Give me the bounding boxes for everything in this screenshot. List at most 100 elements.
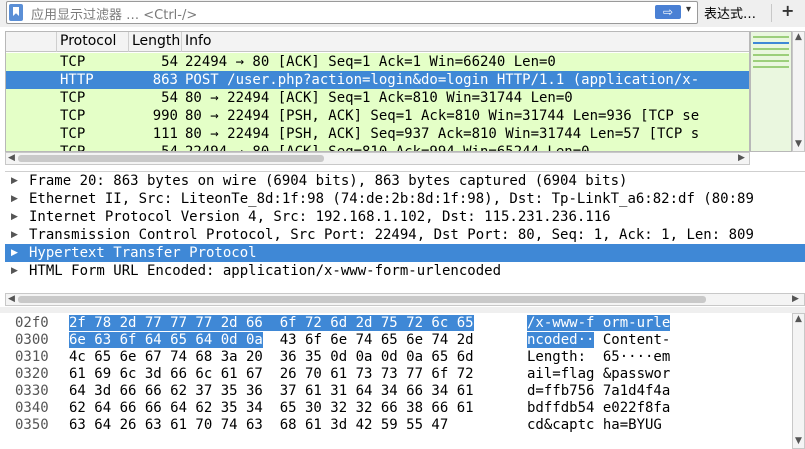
packet-row[interactable]: TCP 111 80 → 22494 [PSH, ACK] Seq=937 Ack=… — [6, 125, 749, 143]
detail-item-label: Transmission Control Protocol, Src Port:… — [29, 227, 754, 243]
hex-row[interactable]: 0350 63 64 26 63 61 70 74 63 68 61 3d 42 … — [5, 417, 792, 434]
bookmark-icon[interactable] — [9, 4, 23, 21]
hex-row[interactable]: 0340 62 64 66 66 64 62 35 34 65 30 32 32 … — [5, 400, 792, 417]
packet-protocol: TCP — [60, 108, 86, 124]
ascii-plain[interactable]: Length: 65····em — [527, 349, 670, 365]
expression-button[interactable]: 表达式… — [704, 3, 756, 22]
scrollbar-thumb[interactable] — [18, 155, 324, 162]
expand-arrow-icon[interactable]: ▶ — [11, 190, 18, 208]
hex-bytes[interactable]: 6e 63 6f 64 65 64 0d 0a 43 6f 6e 74 65 6… — [69, 332, 474, 349]
hex-bytes[interactable]: 2f 78 2d 77 77 77 2d 66 6f 72 6d 2d 75 7… — [69, 315, 474, 332]
ascii-bytes[interactable]: ncoded·· Content- — [527, 332, 670, 349]
scrollbar-thumb[interactable] — [18, 296, 706, 303]
hex-bytes-highlighted[interactable]: 2f 78 2d 77 77 77 2d 66 6f 72 6d 2d 75 7… — [69, 315, 474, 331]
ascii-bytes[interactable]: bdffdb54 e022f8fa — [527, 400, 670, 417]
packet-info: 80 → 22494 [PSH, ACK] Seq=937 Ack=810 Wi… — [185, 126, 700, 142]
hex-bytes-plain[interactable]: 61 69 6c 3d 66 6c 61 67 26 70 61 73 73 7… — [69, 366, 474, 382]
column-divider[interactable] — [128, 32, 129, 52]
ascii-bytes[interactable]: cd&captc ha=BYUG — [527, 417, 662, 434]
ascii-highlighted[interactable]: ncoded·· — [527, 332, 595, 348]
scroll-right-icon[interactable]: ▶ — [792, 294, 799, 304]
bytes-vertical-scrollbar[interactable]: ▲ ▼ — [792, 313, 805, 449]
hex-row[interactable]: 0320 61 69 6c 3d 66 6c 61 67 26 70 61 73 … — [5, 366, 792, 383]
hex-offset: 0350 — [15, 417, 49, 433]
ascii-bytes[interactable]: Length: 65····em — [527, 349, 670, 366]
chevron-down-icon[interactable]: ▾ — [686, 4, 691, 15]
detail-tree-item[interactable]: ▶ Internet Protocol Version 4, Src: 192.1… — [5, 208, 805, 226]
hex-bytes-plain[interactable]: 4c 65 6e 67 74 68 3a 20 36 35 0d 0a 0d 0… — [69, 349, 474, 365]
scroll-up-icon[interactable]: ▲ — [795, 32, 802, 42]
hex-row[interactable]: 02f0 2f 78 2d 77 77 77 2d 66 6f 72 6d 2d … — [5, 315, 792, 332]
add-filter-button[interactable]: + — [781, 1, 794, 20]
ascii-plain[interactable]: Content- — [594, 332, 670, 348]
hex-row[interactable]: 0330 64 3d 66 66 62 37 35 36 37 61 31 64 … — [5, 383, 792, 400]
packet-row[interactable]: TCP 54 22494 → 80 [ACK] Seq=1 Ack=1 Win=66… — [6, 53, 749, 71]
column-header-info[interactable]: Info — [185, 33, 212, 49]
expand-arrow-icon[interactable]: ▶ — [11, 208, 18, 226]
packet-row[interactable]: TCP 54 22494 → 80 [ACK] Seq=810 Ack=994 Wi… — [6, 143, 749, 152]
hex-bytes-plain[interactable]: 64 3d 66 66 62 37 35 36 37 61 31 64 34 6… — [69, 383, 474, 399]
hex-bytes[interactable]: 64 3d 66 66 62 37 35 36 37 61 31 64 34 6… — [69, 383, 474, 400]
scroll-right-icon[interactable]: ▶ — [738, 153, 745, 163]
packet-row[interactable]: TCP 990 80 → 22494 [PSH, ACK] Seq=1 Ack=81… — [6, 107, 749, 125]
ascii-plain[interactable]: bdffdb54 e022f8fa — [527, 400, 670, 416]
ascii-bytes[interactable]: ail=flag &passwor — [527, 366, 670, 383]
expand-arrow-icon[interactable]: ▶ — [11, 262, 18, 280]
scroll-up-icon[interactable]: ▲ — [795, 314, 802, 324]
ascii-plain[interactable]: cd&captc ha=BYUG — [527, 417, 662, 433]
detail-tree-item[interactable]: ▶ Transmission Control Protocol, Src Port… — [5, 226, 805, 244]
details-horizontal-scrollbar[interactable]: ◀ ▶ — [5, 293, 805, 306]
detail-tree-item[interactable]: ▶ Hypertext Transfer Protocol — [5, 244, 805, 262]
hex-offset: 0300 — [15, 332, 49, 348]
packet-info: POST /user.php?action=login&do=login HTT… — [185, 72, 700, 88]
hex-bytes-plain[interactable]: 62 64 66 66 64 62 35 34 65 30 32 32 66 3… — [69, 400, 474, 416]
hex-bytes[interactable]: 61 69 6c 3d 66 6c 61 67 26 70 61 73 73 7… — [69, 366, 474, 383]
apply-filter-button[interactable]: ⇨ — [655, 5, 681, 19]
hex-row[interactable]: 0300 6e 63 6f 64 65 64 0d 0a 43 6f 6e 74 … — [5, 332, 792, 349]
packet-minimap[interactable] — [750, 31, 792, 152]
hex-bytes-plain[interactable]: 63 64 26 63 61 70 74 63 68 61 3d 42 59 5… — [69, 417, 448, 433]
hex-bytes-highlighted[interactable]: 6e 63 6f 64 65 64 0d 0a — [69, 332, 263, 348]
ascii-bytes[interactable]: d=ffb756 7a1d4f4a — [527, 383, 670, 400]
detail-tree-item[interactable]: ▶ HTML Form URL Encoded: application/x-ww… — [5, 262, 805, 280]
packet-list-vertical-scrollbar[interactable]: ▲ ▼ — [792, 31, 805, 152]
packet-details-tree[interactable]: ▶ Frame 20: 863 bytes on wire (6904 bits)… — [5, 171, 805, 293]
packet-protocol: TCP — [60, 126, 86, 142]
hex-bytes-plain[interactable]: 43 6f 6e 74 65 6e 74 2d — [263, 332, 474, 348]
filter-placeholder: 应用显示过滤器 … <Ctrl-/> — [31, 8, 198, 23]
scroll-down-icon[interactable]: ▼ — [795, 436, 802, 446]
detail-tree-item[interactable]: ▶ Frame 20: 863 bytes on wire (6904 bits)… — [5, 172, 805, 190]
hex-bytes[interactable]: 62 64 66 66 64 62 35 34 65 30 32 32 66 3… — [69, 400, 474, 417]
packet-length: 54 — [161, 90, 178, 106]
column-divider[interactable] — [181, 32, 182, 52]
column-divider[interactable] — [56, 32, 57, 52]
scroll-left-icon[interactable]: ◀ — [8, 153, 15, 163]
filter-toolbar: 应用显示过滤器 … <Ctrl-/> ⇨ ▾ 表达式… + — [0, 0, 805, 27]
expand-arrow-icon[interactable]: ▶ — [11, 172, 18, 190]
packet-length: 54 — [161, 144, 178, 152]
hex-offset: 02f0 — [15, 315, 49, 331]
packet-list-header: Protocol Length Info — [6, 32, 749, 52]
packet-list[interactable]: Protocol Length Info TCP 54 22494 → 80 [AC… — [5, 31, 750, 152]
hex-bytes[interactable]: 63 64 26 63 61 70 74 63 68 61 3d 42 59 5… — [69, 417, 448, 434]
column-header-protocol[interactable]: Protocol — [60, 33, 116, 49]
packet-row[interactable]: TCP 54 80 → 22494 [ACK] Seq=1 Ack=810 Win=… — [6, 89, 749, 107]
display-filter-input[interactable]: 应用显示过滤器 … <Ctrl-/> ⇨ ▾ — [6, 1, 698, 24]
packet-protocol: TCP — [60, 90, 86, 106]
scroll-down-icon[interactable]: ▼ — [795, 139, 802, 149]
column-header-length[interactable]: Length — [132, 33, 180, 49]
packet-list-horizontal-scrollbar[interactable]: ◀ ▶ — [5, 152, 750, 165]
expand-arrow-icon[interactable]: ▶ — [11, 244, 18, 262]
hex-row[interactable]: 0310 4c 65 6e 67 74 68 3a 20 36 35 0d 0a … — [5, 349, 792, 366]
detail-item-label: Ethernet II, Src: LiteonTe_8d:1f:98 (74:… — [29, 191, 754, 207]
ascii-bytes[interactable]: /x-www-f orm-urle — [527, 315, 671, 332]
ascii-plain[interactable]: ail=flag &passwor — [527, 366, 670, 382]
detail-tree-item[interactable]: ▶ Ethernet II, Src: LiteonTe_8d:1f:98 (74… — [5, 190, 805, 208]
expand-arrow-icon[interactable]: ▶ — [11, 226, 18, 244]
ascii-plain[interactable]: d=ffb756 7a1d4f4a — [527, 383, 670, 399]
hex-bytes[interactable]: 4c 65 6e 67 74 68 3a 20 36 35 0d 0a 0d 0… — [69, 349, 474, 366]
scroll-left-icon[interactable]: ◀ — [8, 294, 15, 304]
packet-row[interactable]: HTTP 863 POST /user.php?action=login&do=lo… — [6, 71, 749, 89]
packet-bytes-pane[interactable]: 02f0 2f 78 2d 77 77 77 2d 66 6f 72 6d 2d … — [5, 313, 792, 449]
ascii-highlighted[interactable]: /x-www-f orm-urle — [527, 315, 671, 331]
